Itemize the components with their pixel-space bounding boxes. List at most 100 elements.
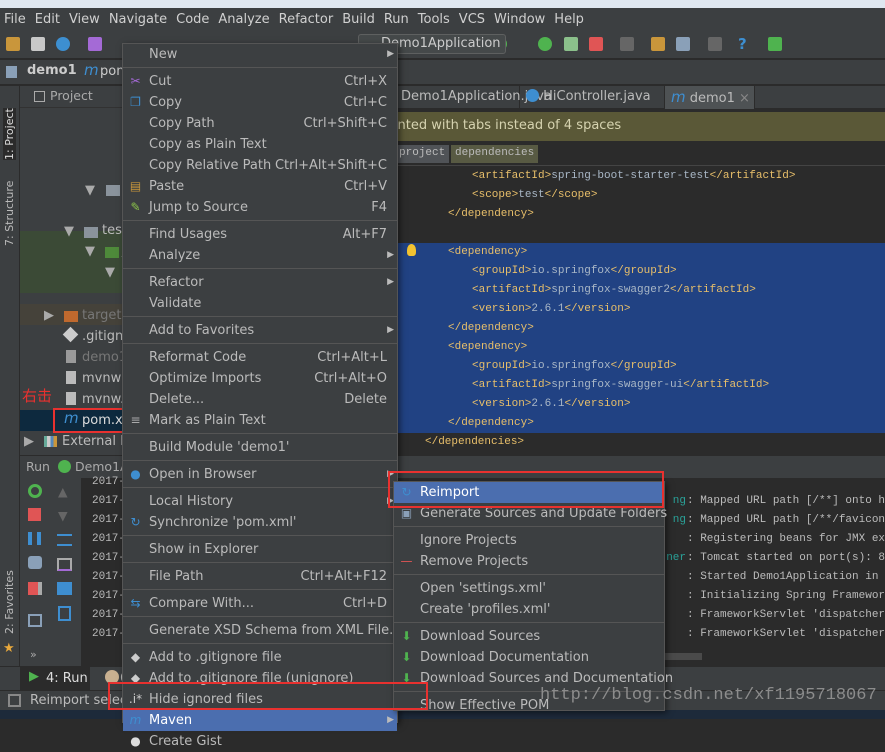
project-structure-icon[interactable] — [620, 37, 634, 51]
soft-wrap-icon[interactable] — [57, 534, 72, 546]
menu-item-validate[interactable]: Validate — [123, 293, 397, 314]
menu-file[interactable]: File — [4, 12, 26, 27]
vcs-icon[interactable] — [708, 37, 722, 51]
menu-tools[interactable]: Tools — [418, 12, 450, 27]
tool-window-project[interactable]: 1: Project — [3, 108, 16, 160]
debug-icon[interactable] — [538, 37, 552, 51]
code-editor[interactable]: <artifactId>spring-boot-starter-test</ar… — [395, 166, 885, 456]
camera-icon[interactable] — [28, 556, 42, 569]
menu-item-remove-projects[interactable]: — Remove Projects — [394, 551, 664, 572]
menu-item-show-in-explorer[interactable]: Show in Explorer — [123, 539, 397, 560]
coverage-icon[interactable] — [564, 37, 578, 51]
menu-item-copy[interactable]: ❐ Copy Ctrl+C — [123, 92, 397, 113]
menu-item-optimize-imports[interactable]: Optimize Imports Ctrl+Alt+O — [123, 368, 397, 389]
menu-item-download-documentation[interactable]: ⬇ Download Documentation — [394, 647, 664, 668]
tree-arrow-expanded[interactable]: ▼ — [105, 262, 115, 283]
menu-item-build-module-demo1[interactable]: Build Module 'demo1' — [123, 437, 397, 458]
menu-item-local-history[interactable]: Local History ▶ — [123, 491, 397, 512]
tree-arrow-collapsed[interactable]: ▶ — [24, 431, 34, 452]
tree-arrow-expanded[interactable]: ▼ — [85, 180, 95, 201]
tree-item-target[interactable]: target — [82, 305, 122, 326]
save-icon[interactable] — [31, 37, 45, 51]
menu-item-copy-relative-path[interactable]: Copy Relative Path Ctrl+Alt+Shift+C — [123, 155, 397, 176]
tree-arrow-collapsed[interactable]: ▶ — [44, 305, 54, 326]
stop-icon[interactable] — [589, 37, 603, 51]
layout-icon[interactable] — [28, 614, 42, 627]
menu-item-refactor[interactable]: Refactor ▶ — [123, 272, 397, 293]
menu-item-add-to-favorites[interactable]: Add to Favorites ▶ — [123, 320, 397, 341]
menu-item-jump-to-source[interactable]: ✎ Jump to Source F4 — [123, 197, 397, 218]
status-toggle-icon[interactable] — [8, 694, 21, 707]
tool-window-favorites[interactable]: 2: Favorites — [3, 570, 16, 634]
menu-window[interactable]: Window — [494, 12, 545, 27]
menu-code[interactable]: Code — [176, 12, 209, 27]
tree-arrow-expanded[interactable]: ▼ — [85, 241, 95, 262]
trash-icon[interactable] — [58, 606, 71, 621]
menu-item-ignore-projects[interactable]: Ignore Projects — [394, 530, 664, 551]
menu-item-reformat-code[interactable]: Reformat Code Ctrl+Alt+L — [123, 347, 397, 368]
xml-tag: <scope> — [472, 189, 519, 201]
menu-view[interactable]: View — [69, 12, 100, 27]
plugin-icon[interactable] — [768, 37, 782, 51]
tab-hicontroller[interactable]: HiController.java × — [520, 86, 665, 126]
xml-crumb-dependencies[interactable]: dependencies — [451, 145, 539, 163]
xml-tag: </dependency> — [448, 417, 534, 429]
menu-item-copy-as-plain-text[interactable]: Copy as Plain Text — [123, 134, 397, 155]
menu-item-open-settings-xml[interactable]: Open 'settings.xml' — [394, 578, 664, 599]
menu-item-analyze[interactable]: Analyze ▶ — [123, 245, 397, 266]
menu-item-new[interactable]: New ▶ — [123, 44, 397, 65]
rerun-icon[interactable] — [28, 484, 42, 498]
spring-boot-icon — [57, 460, 71, 473]
xml-crumb-project[interactable]: project — [395, 145, 450, 163]
menu-item-copy-path[interactable]: Copy Path Ctrl+Shift+C — [123, 113, 397, 134]
open-folder-icon[interactable] — [6, 37, 20, 51]
tool-window-structure[interactable]: 7: Structure — [3, 181, 16, 246]
up-arrow-icon[interactable]: ▲ — [58, 484, 68, 499]
menu-item-generate-xsd-schema-from-xml-file[interactable]: Generate XSD Schema from XML File... — [123, 620, 402, 641]
submenu-arrow-icon: ▶ — [387, 325, 394, 335]
menu-navigate[interactable]: Navigate — [109, 12, 167, 27]
scroll-to-end-icon[interactable] — [57, 558, 72, 571]
undo-icon[interactable] — [88, 37, 102, 51]
tab-demo1application[interactable]: Demo1Application.java × — [395, 86, 552, 126]
lightbulb-icon[interactable] — [407, 244, 416, 256]
tab-demo1-pom[interactable]: m demo1 × — [665, 86, 755, 109]
pause-icon[interactable] — [28, 532, 41, 545]
settings-wrench-icon[interactable] — [651, 37, 665, 51]
menu-item-add-to-gitignore-file[interactable]: ◆ Add to .gitignore file — [123, 647, 397, 668]
print-icon[interactable] — [57, 582, 72, 595]
stop-icon[interactable] — [28, 508, 41, 521]
menu-item-create-gist[interactable]: ● Create Gist — [123, 731, 397, 752]
menu-item-maven[interactable]: m Maven ▶ — [123, 710, 397, 731]
menu-item-compare-with[interactable]: ⇆ Compare With... Ctrl+D — [123, 593, 397, 614]
menu-item-open-in-browser[interactable]: ● Open in Browser ▶ — [123, 464, 397, 485]
menu-item-file-path[interactable]: File Path Ctrl+Alt+F12 — [123, 566, 397, 587]
menu-item-create-profiles-xml[interactable]: Create 'profiles.xml' — [394, 599, 664, 620]
code-line: <dependency> — [448, 243, 527, 262]
sync-icon[interactable] — [56, 37, 70, 51]
tree-arrow-expanded[interactable]: ▼ — [64, 221, 74, 242]
menu-item-cut[interactable]: ✂ Cut Ctrl+X — [123, 71, 397, 92]
menu-vcs[interactable]: VCS — [459, 12, 485, 27]
more-icon[interactable]: » — [30, 648, 37, 661]
menu-run[interactable]: Run — [384, 12, 409, 27]
submenu-arrow-icon: ▶ — [387, 715, 394, 725]
menu-analyze[interactable]: Analyze — [218, 12, 269, 27]
menu-refactor[interactable]: Refactor — [279, 12, 334, 27]
menu-item-delete[interactable]: Delete... Delete — [123, 389, 397, 410]
menu-help[interactable]: Help — [554, 12, 584, 27]
breadcrumb-project[interactable]: demo1 — [27, 63, 77, 78]
menu-item-mark-as-plain-text[interactable]: ≡ Mark as Plain Text — [123, 410, 397, 431]
help-icon[interactable]: ? — [738, 37, 752, 52]
down-arrow-icon[interactable]: ▼ — [58, 508, 68, 523]
sdk-icon[interactable] — [676, 37, 690, 51]
menu-item-find-usages[interactable]: Find Usages Alt+F7 — [123, 224, 397, 245]
menu-item-download-sources[interactable]: ⬇ Download Sources — [394, 626, 664, 647]
menu-item-synchronize-pom-xml[interactable]: ↻ Synchronize 'pom.xml' — [123, 512, 397, 533]
exit-icon[interactable] — [28, 582, 42, 595]
menu-edit[interactable]: Edit — [35, 12, 60, 27]
tree-item-mvnw[interactable]: mvnw — [82, 368, 121, 389]
menu-item-paste[interactable]: ▤ Paste Ctrl+V — [123, 176, 397, 197]
tab-run[interactable]: ▶ 4: Run — [20, 667, 90, 690]
menu-build[interactable]: Build — [342, 12, 375, 27]
